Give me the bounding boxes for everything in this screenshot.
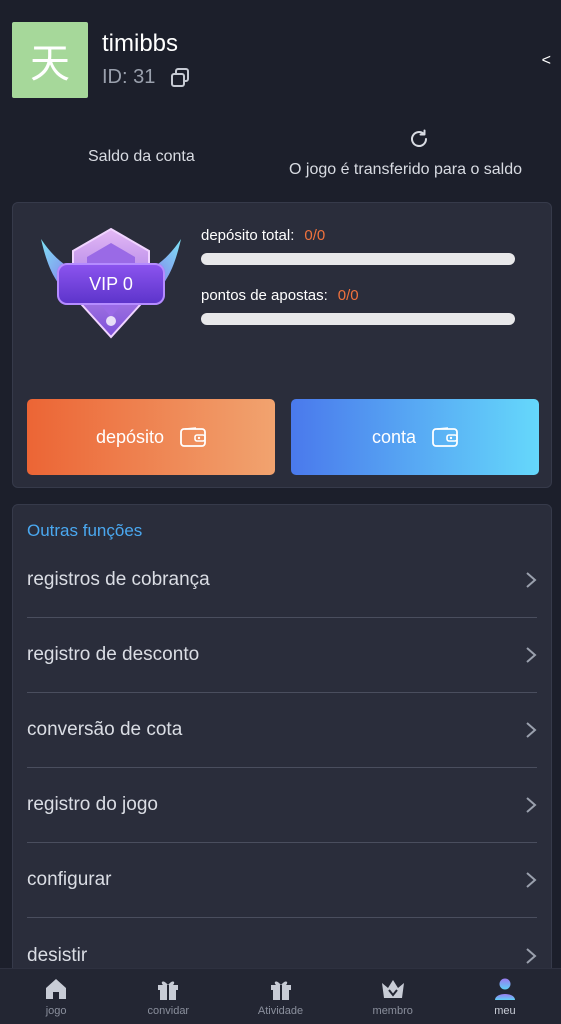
other-functions-title: Outras funções xyxy=(27,521,143,540)
menu-item-label: registro do jogo xyxy=(27,794,158,815)
gift-icon xyxy=(270,981,291,1000)
deposit-button-label: depósito xyxy=(95,426,165,447)
account-button[interactable]: conta xyxy=(291,399,539,475)
deposit-total-value: 0/0 xyxy=(304,227,326,244)
menu-item-game-record[interactable]: registro do jogo xyxy=(27,768,537,843)
chevron-right-icon xyxy=(526,572,537,588)
copy-icon[interactable] xyxy=(169,67,191,89)
user-icon xyxy=(494,978,515,1000)
tab-me[interactable]: meu xyxy=(449,969,561,1024)
vip-level-label: VIP 0 xyxy=(57,263,165,305)
other-functions-card: Outras funções registros de cobrança reg… xyxy=(12,504,552,974)
deposit-button[interactable]: depósito xyxy=(27,399,275,475)
betting-progress-bar xyxy=(201,313,515,325)
betting-points-label: pontos de apostas: xyxy=(201,287,328,304)
wallet-icon xyxy=(432,427,458,447)
tab-game[interactable]: jogo xyxy=(0,969,112,1024)
chevron-right-icon xyxy=(526,722,537,738)
tab-label: Atividade xyxy=(257,1004,304,1017)
gift-icon xyxy=(158,981,179,1000)
tab-label: meu xyxy=(494,1004,516,1017)
user-id-row: ID: 31 xyxy=(102,66,191,89)
chevron-right-icon xyxy=(526,797,537,813)
account-balance-label: Saldo da conta xyxy=(88,148,195,165)
tab-invite[interactable]: convidar xyxy=(112,969,224,1024)
betting-points-stat: pontos de apostas: 0/0 xyxy=(201,287,359,304)
menu-item-logout[interactable]: desistir xyxy=(27,918,537,973)
menu-item-label: registros de cobrança xyxy=(27,569,210,590)
wallet-icon xyxy=(180,427,206,447)
menu-item-discount-record[interactable]: registro de desconto xyxy=(27,618,537,693)
profile-header: 天 timibbs ID: 31 < xyxy=(0,0,561,120)
menu-item-label: conversão de cota xyxy=(27,719,183,740)
menu-item-billing-records[interactable]: registros de cobrança xyxy=(27,543,537,618)
deposit-total-stat: depósito total: 0/0 xyxy=(201,227,325,244)
menu-item-settings[interactable]: configurar xyxy=(27,843,537,918)
tab-activity[interactable]: Atividade xyxy=(224,969,336,1024)
bottom-tab-bar: jogo convidar Atividade membro meu xyxy=(0,968,561,1024)
account-button-label: conta xyxy=(371,426,417,447)
deposit-progress-bar xyxy=(201,253,515,265)
username: timibbs xyxy=(102,30,179,57)
menu-item-label: desistir xyxy=(27,944,88,966)
vip-card: VIP 0 depósito total: 0/0 pontos de apost… xyxy=(12,202,552,488)
menu-item-label: configurar xyxy=(27,869,112,890)
tab-label: jogo xyxy=(45,1004,67,1017)
home-icon xyxy=(46,978,67,999)
avatar[interactable]: 天 xyxy=(12,22,88,98)
refresh-icon[interactable] xyxy=(408,128,430,150)
betting-points-value: 0/0 xyxy=(337,287,359,304)
tab-member[interactable]: membro xyxy=(337,969,449,1024)
crown-icon xyxy=(381,979,404,998)
menu-item-label: registro de desconto xyxy=(27,644,200,665)
user-id-text: ID: 31 xyxy=(102,66,156,88)
transfer-to-balance-label[interactable]: O jogo é transferido para o saldo xyxy=(289,161,522,179)
collapse-arrow-icon[interactable]: < xyxy=(542,52,551,70)
chevron-right-icon xyxy=(526,647,537,663)
chevron-right-icon xyxy=(526,872,537,888)
deposit-total-label: depósito total: xyxy=(201,227,295,244)
chevron-right-icon xyxy=(526,947,537,964)
tab-label: convidar xyxy=(147,1004,190,1017)
tab-label: membro xyxy=(372,1004,413,1017)
menu-item-quota-conversion[interactable]: conversão de cota xyxy=(27,693,537,768)
